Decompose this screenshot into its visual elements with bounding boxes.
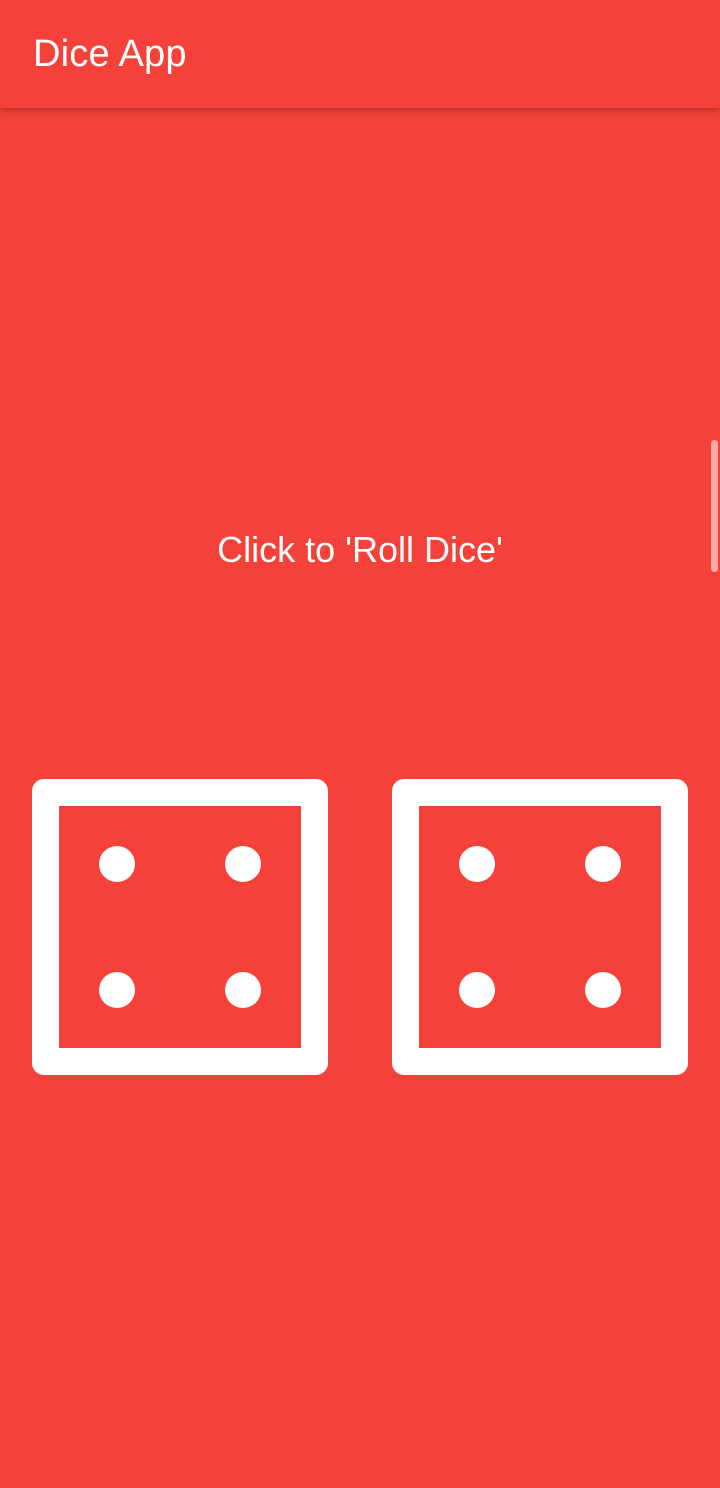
scrollbar-thumb[interactable] (711, 440, 718, 572)
roll-dice-prompt: Click to 'Roll Dice' (217, 529, 503, 570)
app-bar: Dice App (0, 0, 720, 108)
dice-four-icon (32, 779, 328, 1075)
dice-four-icon (392, 779, 688, 1075)
left-die-button[interactable] (32, 779, 328, 1075)
app-title: Dice App (33, 33, 187, 75)
dice-app-screen: Dice App Click to 'Roll Dice' (0, 0, 720, 1488)
right-die-button[interactable] (392, 779, 688, 1075)
